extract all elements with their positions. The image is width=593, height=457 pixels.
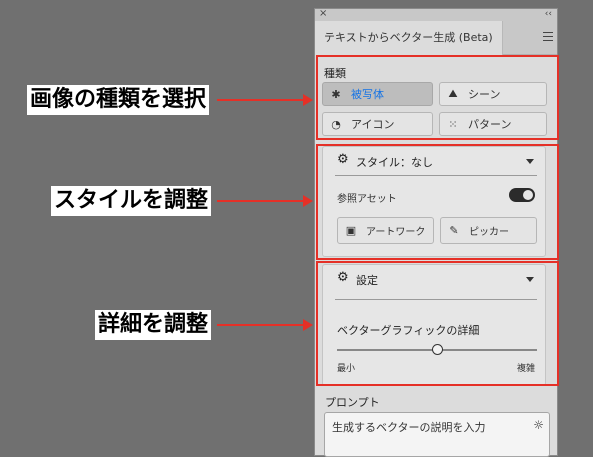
suggestion-lightbulb-icon[interactable]: ☼ (533, 418, 544, 432)
settings-highlight-box (316, 261, 559, 386)
annotation-type-select: 画像の種類を選択 (27, 85, 210, 115)
annotation-style-adjust: スタイルを調整 (51, 186, 212, 216)
style-arrow-head-icon (303, 195, 313, 207)
type-arrow-shaft (217, 99, 303, 101)
prompt-section-label: プロンプト (325, 396, 380, 409)
panel-tab-title[interactable]: テキストからベクター生成 (Beta) (315, 21, 503, 55)
prompt-placeholder: 生成するベクターの説明を入力 (332, 421, 486, 434)
style-arrow-shaft (217, 200, 303, 202)
type-arrow-head-icon (303, 94, 313, 106)
prompt-textarea[interactable]: 生成するベクターの説明を入力 ☼ (324, 412, 550, 457)
style-highlight-box (316, 144, 559, 260)
panel-tab-rest (503, 21, 557, 55)
detail-arrow-head-icon (303, 319, 313, 331)
type-highlight-box (316, 55, 559, 140)
annotation-detail-adjust: 詳細を調整 (95, 310, 212, 340)
detail-arrow-shaft (217, 324, 303, 326)
collapse-icon[interactable]: ‹‹ (545, 8, 552, 20)
panel-menu-icon[interactable] (543, 32, 553, 41)
close-icon[interactable]: × (319, 8, 327, 20)
